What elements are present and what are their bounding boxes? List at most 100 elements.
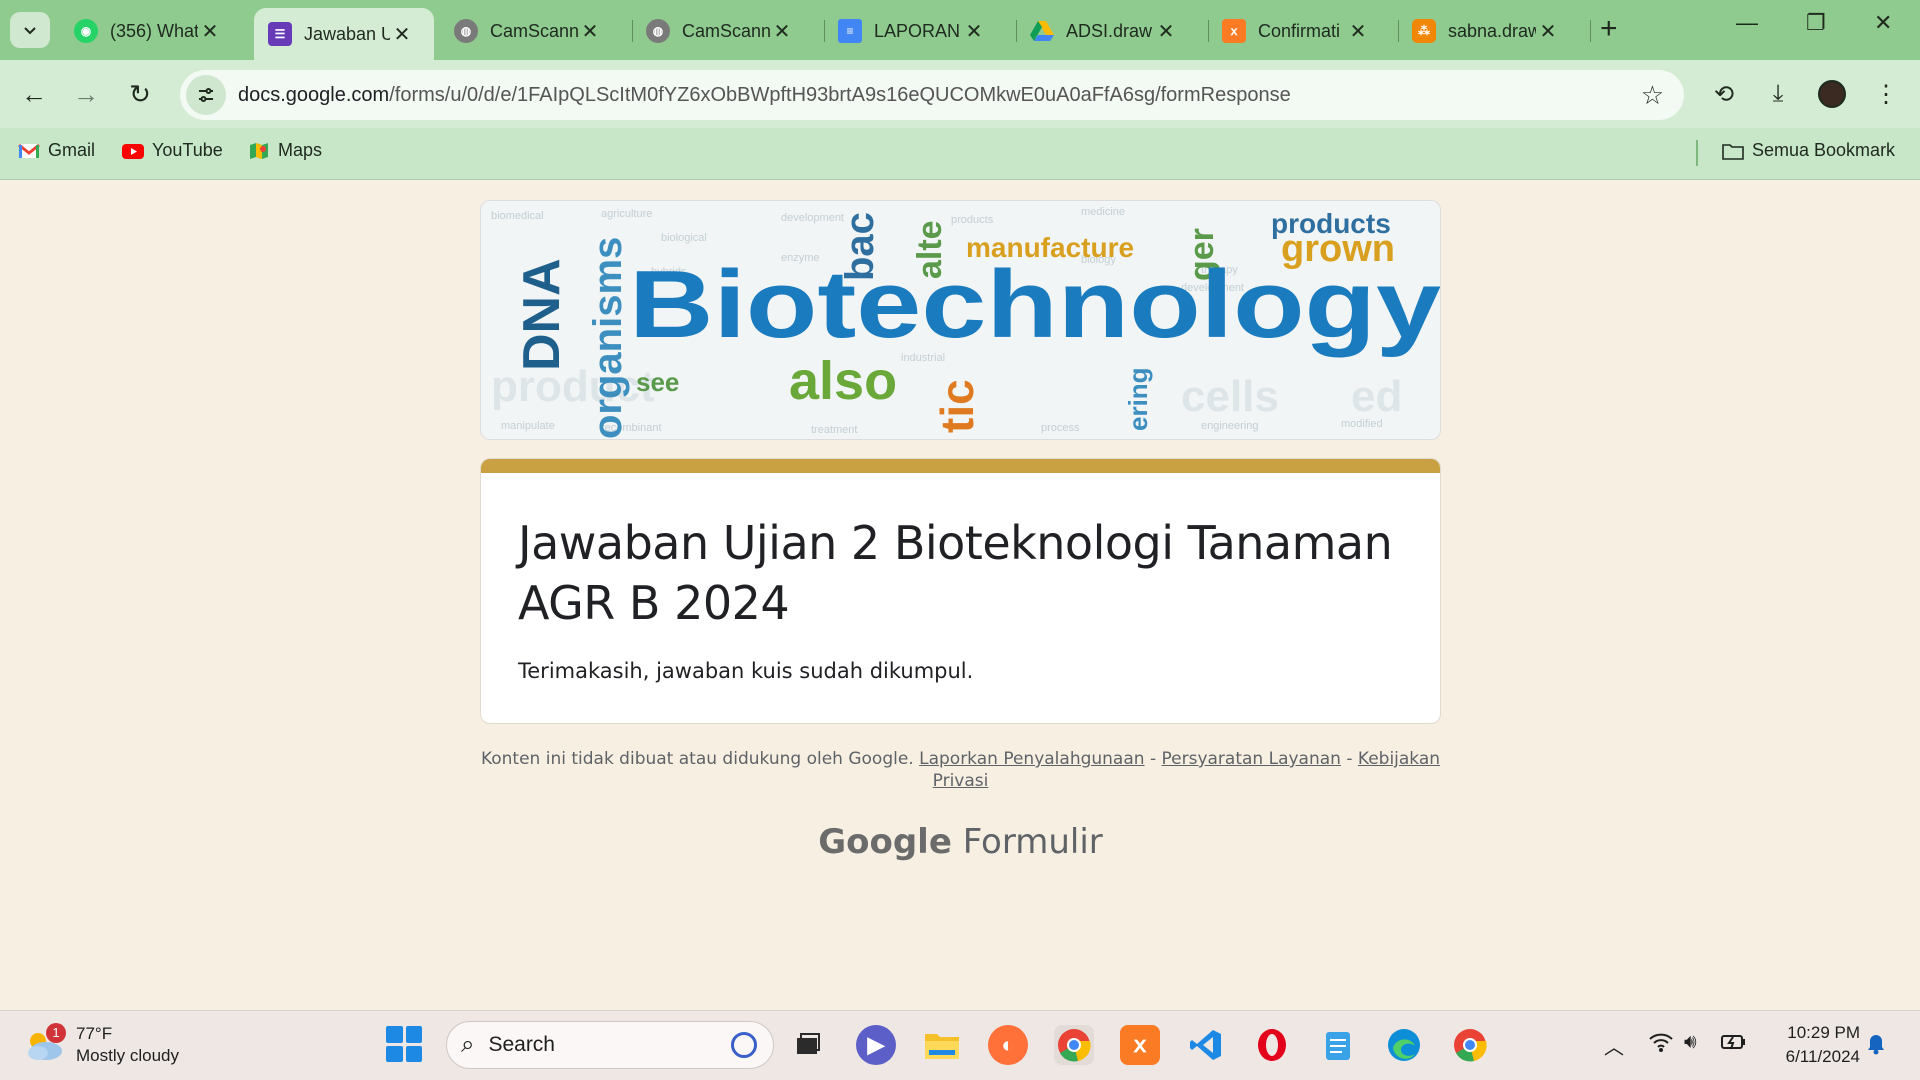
back-button[interactable]: ←	[14, 74, 54, 114]
all-bookmarks-button[interactable]: Semua Bookmark	[1722, 140, 1895, 161]
svg-text:engineering: engineering	[1201, 420, 1259, 432]
close-icon[interactable]: ✕	[198, 19, 222, 44]
taskbar-search[interactable]: ⌕ Search	[446, 1021, 774, 1069]
opera-icon[interactable]	[1252, 1025, 1292, 1065]
navigation-bar: ← → ↻ docs.google.com/forms/u/0/d/e/1FAI…	[0, 60, 1920, 128]
site-info-button[interactable]	[186, 75, 226, 115]
google-docs-icon: ≡	[838, 19, 862, 43]
profile-button[interactable]	[1812, 74, 1852, 114]
address-bar[interactable]: docs.google.com/forms/u/0/d/e/1FAIpQLScI…	[180, 70, 1684, 120]
svg-text:see: see	[636, 367, 679, 397]
close-icon[interactable]: ✕	[1346, 19, 1370, 44]
svg-text:manipulate: manipulate	[501, 420, 555, 432]
reload-button[interactable]: ↻	[120, 74, 160, 114]
svg-text:organisms: organisms	[586, 237, 630, 439]
google-drive-icon	[1030, 19, 1054, 43]
drawio-icon: ⁂	[1412, 19, 1436, 43]
tab-confirmation[interactable]: ⅹ Confirmati ✕	[1208, 12, 1398, 50]
svg-text:ed: ed	[1351, 372, 1402, 421]
report-abuse-link[interactable]: Laporkan Penyalahgunaan	[919, 749, 1144, 769]
svg-text:products: products	[951, 214, 994, 226]
close-icon[interactable]: ✕	[578, 19, 602, 44]
google-forms-logo[interactable]: Google Formulir	[480, 822, 1441, 862]
forward-button[interactable]: →	[66, 74, 106, 114]
bookmarks-bar: Gmail YouTube Maps Semua Bookmark	[0, 128, 1920, 180]
start-button[interactable]	[386, 1026, 422, 1062]
tab-whatsapp[interactable]: ◉ (356) What ✕	[60, 12, 250, 50]
url-text: docs.google.com/forms/u/0/d/e/1FAIpQLScI…	[238, 83, 1291, 106]
chrome-profile-icon[interactable]	[1450, 1025, 1490, 1065]
whatsapp-icon: ◉	[74, 19, 98, 43]
svg-text:process: process	[1041, 422, 1080, 434]
svg-text:agriculture: agriculture	[601, 208, 652, 220]
extension-icon: ⟲	[1713, 80, 1735, 108]
svg-text:ering: ering	[1123, 367, 1153, 431]
restore-button[interactable]: ❐	[1806, 10, 1826, 36]
downloads-button[interactable]: ⤓	[1758, 74, 1798, 114]
bookmark-youtube[interactable]: YouTube	[122, 140, 223, 161]
extension-button[interactable]: ⟲	[1704, 74, 1744, 114]
bookmark-gmail[interactable]: Gmail	[18, 140, 95, 161]
tab-sabna-drawio[interactable]: ⁂ sabna.draw ✕	[1398, 12, 1590, 50]
tab-adsi-drawio[interactable]: ADSI.draw ✕	[1016, 12, 1206, 50]
wifi-icon[interactable]	[1648, 1031, 1674, 1059]
close-icon[interactable]: ✕	[1154, 19, 1178, 44]
cloudy-weather-icon: 1	[24, 1023, 66, 1063]
notepad-icon[interactable]	[1318, 1025, 1358, 1065]
tab-camscanner-1[interactable]: ◍ CamScann ✕	[440, 12, 630, 50]
chrome-icon[interactable]	[1054, 1025, 1094, 1065]
close-icon[interactable]: ✕	[1536, 19, 1560, 44]
bookmark-maps[interactable]: Maps	[248, 140, 322, 161]
file-explorer-icon[interactable]	[922, 1025, 962, 1065]
teams-chat-icon[interactable]: ▶	[856, 1025, 896, 1065]
biotechnology-word-cloud: biomedical agriculture development product…	[481, 201, 1441, 439]
firefox-icon[interactable]: ◐	[988, 1025, 1028, 1065]
notification-bell-icon[interactable]	[1866, 1033, 1886, 1061]
more-vert-icon: ⋮	[1874, 80, 1898, 108]
xampp-icon[interactable]: ⅹ	[1120, 1025, 1160, 1065]
confirmation-message: Terimakasih, jawaban kuis sudah dikumpul…	[518, 659, 974, 683]
form-response-card: Jawaban Ujian 2 Bioteknologi Tanaman AGR…	[480, 458, 1441, 724]
tab-search-button[interactable]	[10, 12, 50, 48]
tab-strip: ◉ (356) What ✕ ☰ Jawaban U ✕ ◍ CamScann …	[0, 0, 1920, 60]
svg-text:Biotechnology: Biotechnology	[629, 251, 1441, 358]
battery-charging-icon[interactable]	[1720, 1031, 1748, 1059]
bookmark-star-button[interactable]: ☆	[1641, 80, 1664, 111]
arrow-right-icon: →	[73, 78, 99, 109]
terms-link[interactable]: Persyaratan Layanan	[1162, 749, 1341, 769]
close-icon[interactable]: ✕	[962, 19, 986, 44]
google-forms-icon: ☰	[268, 22, 292, 46]
menu-button[interactable]: ⋮	[1866, 74, 1906, 114]
tune-icon	[199, 88, 213, 102]
star-icon: ☆	[1640, 80, 1664, 110]
svg-text:biomedical: biomedical	[491, 210, 544, 222]
globe-icon: ◍	[454, 19, 478, 43]
svg-text:biological: biological	[661, 232, 707, 244]
tab-jawaban-active[interactable]: ☰ Jawaban U ✕	[254, 8, 434, 60]
svg-text:tic: tic	[931, 379, 983, 433]
close-window-button[interactable]: ✕	[1874, 10, 1892, 36]
svg-text:also: also	[789, 351, 897, 411]
task-view-icon[interactable]	[788, 1025, 828, 1065]
tab-laporan[interactable]: ≡ LAPORAN ✕	[824, 12, 1014, 50]
weather-widget[interactable]: 1 77°F Mostly cloudy	[24, 1023, 179, 1067]
new-tab-button[interactable]: +	[1600, 12, 1618, 46]
close-icon[interactable]: ✕	[770, 19, 794, 44]
system-clock[interactable]: 10:29 PM 6/11/2024	[1756, 1021, 1860, 1069]
avatar	[1818, 80, 1846, 108]
chevron-down-icon	[24, 27, 36, 35]
edge-icon[interactable]	[1384, 1025, 1424, 1065]
minimize-button[interactable]: —	[1736, 10, 1758, 36]
svg-text:development: development	[781, 212, 844, 224]
footer-disclaimer: Konten ini tidak dibuat atau didukung ol…	[480, 749, 1441, 791]
svg-text:cells: cells	[1181, 372, 1279, 421]
close-icon[interactable]: ✕	[390, 22, 414, 47]
globe-icon: ◍	[646, 19, 670, 43]
volume-icon[interactable]: 🔊︎	[1684, 1031, 1697, 1054]
svg-text:medicine: medicine	[1081, 206, 1125, 218]
form-header-image: biomedical agriculture development product…	[480, 200, 1441, 440]
vscode-icon[interactable]	[1186, 1025, 1226, 1065]
xampp-icon: ⅹ	[1222, 19, 1246, 43]
tab-camscanner-2[interactable]: ◍ CamScann ✕	[632, 12, 822, 50]
chevron-up-icon[interactable]: ︿	[1604, 1031, 1624, 1060]
